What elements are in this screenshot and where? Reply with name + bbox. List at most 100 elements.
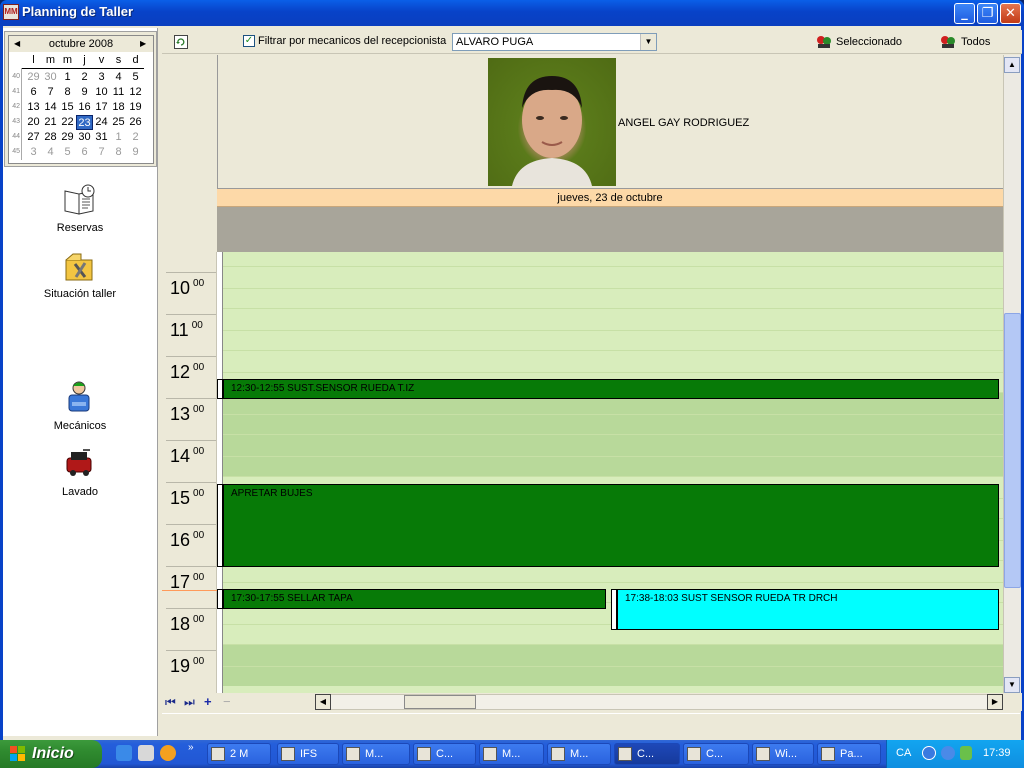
car-wash-icon[interactable]	[63, 446, 97, 480]
week-number: 45	[12, 148, 20, 155]
calendar-day[interactable]: 24	[93, 115, 110, 130]
weekday-label: m	[62, 54, 73, 66]
calendar-prev-icon[interactable]: ◀	[14, 39, 20, 48]
calendar-day[interactable]: 29	[59, 130, 76, 145]
hour-label: 13 00	[170, 404, 204, 425]
add-icon[interactable]: +	[204, 694, 212, 709]
media-player-icon[interactable]	[160, 745, 176, 761]
calendar-day[interactable]: 3	[93, 70, 110, 85]
calendar-day[interactable]: 17	[93, 100, 110, 115]
calendar-day[interactable]: 13	[25, 100, 42, 115]
group-all-icon[interactable]	[940, 35, 956, 49]
calendar-day[interactable]: 21	[42, 115, 59, 130]
appointment-block[interactable]: APRETAR BUJES	[223, 484, 999, 567]
calendar-day[interactable]: 23	[76, 115, 93, 130]
calendar-day[interactable]: 30	[42, 70, 59, 85]
group-selected-icon[interactable]	[816, 35, 832, 49]
scroll-up-icon[interactable]: ▲	[1004, 57, 1020, 73]
calendar-day[interactable]: 2	[76, 70, 93, 85]
hour-divider	[166, 566, 216, 567]
last-page-icon[interactable]: ⏭	[184, 695, 195, 710]
receptionist-select[interactable]: ALVARO PUGA	[452, 33, 657, 51]
first-page-icon[interactable]: ⏮	[165, 695, 176, 710]
workshop-tools-icon[interactable]	[63, 250, 97, 284]
title-bar	[0, 0, 1024, 26]
remove-icon[interactable]: −	[223, 694, 231, 709]
tray-messenger-icon[interactable]	[960, 746, 972, 760]
calendar-day[interactable]: 4	[110, 70, 127, 85]
calendar-day[interactable]: 5	[59, 145, 76, 160]
calendar-day[interactable]: 2	[127, 130, 144, 145]
calendar-day[interactable]: 12	[127, 85, 144, 100]
hour-label: 12 00	[170, 362, 204, 383]
horizontal-scroll-thumb[interactable]	[404, 695, 476, 709]
tray-network-icon[interactable]	[941, 746, 955, 760]
hour-row[interactable]	[217, 434, 1003, 476]
calendar-day[interactable]: 8	[110, 145, 127, 160]
calendar-day[interactable]: 5	[127, 70, 144, 85]
mechanic-icon[interactable]	[63, 380, 97, 414]
calendar-day[interactable]: 20	[25, 115, 42, 130]
explorer-icon[interactable]	[138, 745, 154, 761]
maximize-button[interactable]: ❐	[977, 3, 998, 24]
calendar-day[interactable]: 18	[110, 100, 127, 115]
calendar-day[interactable]: 7	[42, 85, 59, 100]
calendar-day[interactable]: 1	[59, 70, 76, 85]
appointment-block[interactable]: 17:38-18:03 SUST SENSOR RUEDA TR DRCH	[617, 589, 999, 630]
calendar-day[interactable]: 15	[59, 100, 76, 115]
scroll-down-icon[interactable]: ▼	[1004, 677, 1020, 693]
hour-row[interactable]	[217, 266, 1003, 308]
calendar-day[interactable]: 10	[93, 85, 110, 100]
todos-button[interactable]: Todos	[961, 36, 990, 48]
tray-arrow-icon[interactable]	[922, 746, 936, 760]
calendar-day[interactable]: 16	[76, 100, 93, 115]
calendar-day[interactable]: 31	[93, 130, 110, 145]
calendar-day[interactable]: 29	[25, 70, 42, 85]
calendar-day[interactable]: 8	[59, 85, 76, 100]
calendar-day[interactable]: 11	[110, 85, 127, 100]
scroll-right-icon[interactable]: ▶	[987, 694, 1003, 710]
filter-checkbox[interactable]: ✓	[243, 35, 255, 47]
hour-row[interactable]	[217, 252, 1003, 266]
calendar-next-icon[interactable]: ▶	[140, 39, 146, 48]
calendar-day[interactable]: 9	[76, 85, 93, 100]
calendar-day[interactable]: 4	[42, 145, 59, 160]
nav-situacion-taller[interactable]: Situación taller	[30, 288, 130, 300]
calendar-day[interactable]: 6	[76, 145, 93, 160]
calendar-day[interactable]: 25	[110, 115, 127, 130]
scroll-left-icon[interactable]: ◀	[315, 694, 331, 710]
calendar-day[interactable]: 30	[76, 130, 93, 145]
hour-row[interactable]	[217, 644, 1003, 686]
close-button[interactable]: ✕	[1000, 3, 1021, 24]
chevron-down-icon[interactable]: ▼	[640, 34, 656, 50]
calendar-day[interactable]: 7	[93, 145, 110, 160]
quicklaunch-expand-icon[interactable]: »	[188, 742, 194, 753]
calendar-day[interactable]: 9	[127, 145, 144, 160]
appointment-block[interactable]: 17:30-17:55 SELLAR TAPA	[223, 589, 606, 609]
nav-reservas[interactable]: Reservas	[30, 222, 130, 234]
calendar-day[interactable]: 27	[25, 130, 42, 145]
book-icon[interactable]	[63, 183, 97, 217]
app-icon: MM	[3, 4, 19, 20]
hour-number: 10	[170, 278, 191, 298]
nav-lavado[interactable]: Lavado	[30, 486, 130, 498]
calendar-day[interactable]: 6	[25, 85, 42, 100]
calendar-day[interactable]: 1	[110, 130, 127, 145]
language-indicator[interactable]: CA	[896, 747, 911, 759]
nav-mecanicos[interactable]: Mecánicos	[30, 420, 130, 432]
calendar-day[interactable]: 22	[59, 115, 76, 130]
calendar-day[interactable]: 14	[42, 100, 59, 115]
minimize-button[interactable]: _	[954, 3, 975, 24]
taskbar-app-icon	[346, 747, 360, 761]
refresh-icon[interactable]	[174, 35, 188, 49]
calendar-day[interactable]: 19	[127, 100, 144, 115]
vertical-scroll-thumb[interactable]	[1004, 313, 1021, 588]
ie-icon[interactable]	[116, 745, 132, 761]
appointment-block[interactable]: 12:30-12:55 SUST.SENSOR RUEDA T.IZ	[223, 379, 999, 399]
calendar-day[interactable]: 3	[25, 145, 42, 160]
calendar-day[interactable]: 26	[127, 115, 144, 130]
calendar-day[interactable]: 28	[42, 130, 59, 145]
minute-label: 00	[193, 404, 205, 415]
hour-row[interactable]	[217, 308, 1003, 350]
seleccionado-button[interactable]: Seleccionado	[836, 36, 902, 48]
